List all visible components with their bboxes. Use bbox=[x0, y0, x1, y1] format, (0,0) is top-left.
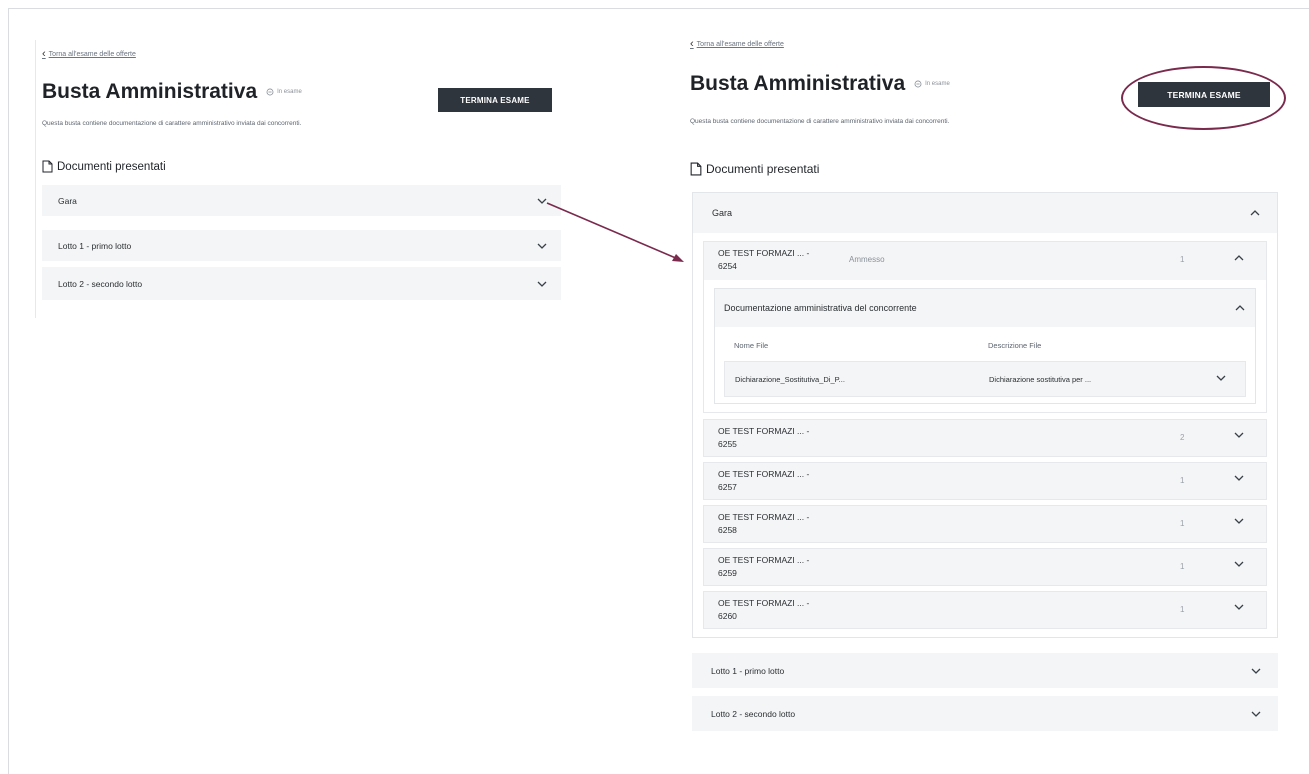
operator-name: OE TEST FORMAZI ... - 6254 bbox=[718, 248, 810, 271]
title-row: Busta Amministrativa In esame bbox=[42, 80, 302, 104]
chevron-left-icon: ‹ bbox=[42, 48, 46, 60]
status-icon bbox=[914, 80, 922, 88]
accordion-label: Lotto 1 - primo lotto bbox=[58, 240, 132, 251]
file-row[interactable]: Dichiarazione_Sostitutiva_Di_P... Dichia… bbox=[724, 361, 1246, 397]
column-header-file-description: Descrizione File bbox=[988, 341, 1042, 350]
back-link-label: Torna all'esame delle offerte bbox=[696, 40, 784, 48]
back-link-label: Torna all'esame delle offerte bbox=[48, 50, 136, 58]
document-icon bbox=[42, 160, 53, 173]
operator-item-expanded: OE TEST FORMAZI ... - 6254 Ammesso 1 Doc… bbox=[703, 241, 1267, 413]
operator-item[interactable]: OE TEST FORMAZI ... - 6259 1 bbox=[703, 548, 1267, 586]
chevron-down-icon[interactable] bbox=[1234, 604, 1244, 610]
page-title: Busta Amministrativa bbox=[42, 80, 258, 103]
status-label: In esame bbox=[277, 89, 302, 95]
status-icon bbox=[266, 88, 274, 96]
operator-name: OE TEST FORMAZI ... - 6255 bbox=[718, 426, 810, 449]
accordion-lotto-1[interactable]: Lotto 1 - primo lotto bbox=[42, 230, 561, 261]
chevron-down-icon[interactable] bbox=[537, 243, 547, 249]
document-icon bbox=[690, 162, 702, 176]
accordion-label: Gara bbox=[58, 195, 77, 206]
section-heading: Documenti presentati bbox=[690, 162, 819, 176]
chevron-down-icon[interactable] bbox=[1251, 711, 1261, 717]
annotation-highlight-ellipse bbox=[1121, 66, 1286, 130]
chevron-up-icon[interactable] bbox=[1250, 210, 1260, 216]
file-name: Dichiarazione_Sostitutiva_Di_P... bbox=[735, 375, 845, 384]
operator-item[interactable]: OE TEST FORMAZI ... - 6257 1 bbox=[703, 462, 1267, 500]
accordion-label: Lotto 1 - primo lotto bbox=[711, 665, 785, 676]
operator-doc-count: 2 bbox=[1180, 433, 1185, 442]
accordion-gara[interactable]: Gara bbox=[42, 185, 561, 216]
chevron-down-icon[interactable] bbox=[1234, 432, 1244, 438]
page-description: Questa busta contiene documentazione di … bbox=[42, 120, 302, 127]
file-description: Dichiarazione sostitutiva per ... bbox=[989, 375, 1092, 384]
operator-item[interactable]: OE TEST FORMAZI ... - 6255 2 bbox=[703, 419, 1267, 457]
operator-doc-count: 1 bbox=[1180, 255, 1185, 264]
panel-collapsed-state: ‹ Torna all'esame delle offerte Busta Am… bbox=[35, 40, 561, 318]
terminate-exam-button[interactable]: TERMINA ESAME bbox=[438, 88, 552, 112]
operator-name: OE TEST FORMAZI ... - 6257 bbox=[718, 469, 810, 492]
status-label: In esame bbox=[925, 81, 950, 87]
operator-name: OE TEST FORMAZI ... - 6260 bbox=[718, 598, 810, 621]
chevron-down-icon[interactable] bbox=[1234, 475, 1244, 481]
document-section-title: Documentazione amministrativa del concor… bbox=[724, 303, 917, 313]
chevron-up-icon[interactable] bbox=[1235, 305, 1245, 311]
operator-doc-count: 1 bbox=[1180, 605, 1185, 614]
operator-doc-count: 1 bbox=[1180, 519, 1185, 528]
status-badge: In esame bbox=[914, 80, 950, 88]
document-section-header[interactable]: Documentazione amministrativa del concor… bbox=[715, 289, 1255, 327]
accordion-label: Gara bbox=[712, 208, 733, 218]
status-badge: In esame bbox=[266, 88, 302, 96]
operator-status: Ammesso bbox=[849, 255, 885, 264]
section-heading-label: Documenti presentati bbox=[706, 162, 820, 176]
chevron-down-icon[interactable] bbox=[537, 198, 547, 204]
page-title: Busta Amministrativa bbox=[690, 72, 906, 95]
operator-doc-count: 1 bbox=[1180, 562, 1185, 571]
chevron-down-icon[interactable] bbox=[1234, 561, 1244, 567]
accordion-gara-expanded: Gara OE TEST FORMAZI ... - 6254 Ammesso … bbox=[692, 192, 1278, 638]
chevron-down-icon[interactable] bbox=[537, 281, 547, 287]
operator-item[interactable]: OE TEST FORMAZI ... - 6260 1 bbox=[703, 591, 1267, 629]
operator-item[interactable]: OE TEST FORMAZI ... - 6258 1 bbox=[703, 505, 1267, 543]
section-heading-label: Documenti presentati bbox=[57, 160, 166, 173]
accordion-lotto-1[interactable]: Lotto 1 - primo lotto bbox=[692, 653, 1278, 688]
page-description: Questa busta contiene documentazione di … bbox=[690, 118, 950, 125]
chevron-left-icon: ‹ bbox=[690, 38, 694, 50]
operator-name: OE TEST FORMAZI ... - 6259 bbox=[718, 555, 810, 578]
title-row: Busta Amministrativa In esame bbox=[690, 72, 950, 96]
operator-name: OE TEST FORMAZI ... - 6258 bbox=[718, 512, 810, 535]
operator-doc-count: 1 bbox=[1180, 476, 1185, 485]
document-section: Documentazione amministrativa del concor… bbox=[714, 288, 1256, 404]
accordion-gara-header[interactable]: Gara bbox=[693, 193, 1277, 233]
chevron-down-icon[interactable] bbox=[1234, 518, 1244, 524]
chevron-up-icon[interactable] bbox=[1234, 255, 1244, 261]
accordion-label: Lotto 2 - secondo lotto bbox=[58, 278, 143, 289]
chevron-down-icon[interactable] bbox=[1216, 375, 1226, 381]
back-link[interactable]: ‹ Torna all'esame delle offerte bbox=[42, 48, 136, 60]
section-heading: Documenti presentati bbox=[42, 160, 166, 173]
column-header-file-name: Nome File bbox=[734, 341, 769, 350]
chevron-down-icon[interactable] bbox=[1251, 668, 1261, 674]
operator-header[interactable]: OE TEST FORMAZI ... - 6254 Ammesso 1 bbox=[704, 242, 1266, 280]
accordion-lotto-2[interactable]: Lotto 2 - secondo lotto bbox=[692, 696, 1278, 731]
back-link[interactable]: ‹ Torna all'esame delle offerte bbox=[690, 38, 784, 50]
accordion-lotto-2[interactable]: Lotto 2 - secondo lotto bbox=[42, 267, 561, 300]
accordion-label: Lotto 2 - secondo lotto bbox=[711, 708, 796, 719]
panel-expanded-state: ‹ Torna all'esame delle offerte Busta Am… bbox=[690, 32, 1280, 772]
